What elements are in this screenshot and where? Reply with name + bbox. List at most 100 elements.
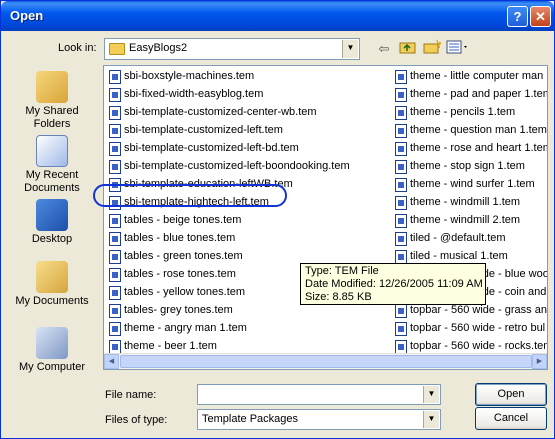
file-name: tables - yellow tones.tem [124, 286, 246, 298]
close-button[interactable]: ✕ [530, 6, 551, 27]
desktop-icon [36, 199, 68, 231]
file-name: sbi-boxstyle-machines.tem [124, 70, 255, 82]
place-my-computer[interactable]: My Computer [7, 327, 97, 374]
dialog-title: Open [10, 8, 44, 23]
template-file-icon [109, 106, 121, 120]
title-bar[interactable]: Open ? ✕ [1, 1, 554, 31]
up-folder-icon[interactable] [397, 39, 419, 59]
file-name: theme - pad and paper 1.tem [410, 88, 548, 100]
template-file-icon [395, 160, 407, 174]
place-recent-documents[interactable]: My Recent Documents [7, 135, 97, 195]
scroll-right-icon[interactable]: ▶ [532, 354, 547, 369]
file-name: tables - green tones.tem [124, 250, 243, 262]
template-file-icon [109, 250, 121, 264]
template-file-icon [395, 214, 407, 228]
file-name: theme - pencils 1.tem [410, 106, 516, 118]
place-label: My Shared Folders [25, 105, 79, 130]
highlight-annotation [93, 184, 287, 207]
chevron-down-icon[interactable]: ▼ [423, 386, 439, 403]
chevron-down-icon[interactable]: ▼ [342, 40, 358, 58]
filetype-value: Template Packages [202, 413, 298, 425]
file-list[interactable]: sbi-boxstyle-machines.tem sbi-fixed-width… [103, 65, 548, 370]
views-menu-icon[interactable] [445, 39, 471, 59]
place-my-documents[interactable]: My Documents [7, 261, 97, 308]
file-name: theme - question man 1.tem [410, 124, 547, 136]
template-file-icon [109, 322, 121, 336]
template-file-icon [395, 340, 407, 354]
template-file-icon [395, 106, 407, 120]
place-label: My Recent Documents [24, 169, 80, 194]
filetype-label: Files of type: [105, 414, 168, 426]
template-file-icon [109, 142, 121, 156]
lookin-combo[interactable]: EasyBlogs2 ▼ [104, 38, 360, 60]
template-file-icon [109, 232, 121, 246]
my-documents-icon [36, 261, 68, 293]
template-file-icon [109, 304, 121, 318]
back-icon[interactable]: ⇦ [373, 39, 395, 59]
file-name: tiled - musical 1.tem [410, 250, 508, 262]
file-name: tiled - @default.tem [410, 232, 506, 244]
shared-folders-icon [36, 71, 68, 103]
file-name: sbi-template-customized-left.tem [124, 124, 283, 136]
my-computer-icon [36, 327, 68, 359]
filetype-select[interactable]: Template Packages ▼ [197, 409, 441, 430]
tooltip-type: Type: TEM File [305, 265, 379, 277]
filename-label: File name: [105, 389, 157, 401]
template-file-icon [395, 304, 407, 318]
place-desktop[interactable]: Desktop [7, 199, 97, 246]
template-file-icon [109, 268, 121, 282]
file-name: tables - blue tones.tem [124, 232, 236, 244]
template-file-icon [109, 124, 121, 138]
template-file-icon [109, 214, 121, 228]
file-name: topbar - 560 wide - retro bul [410, 322, 546, 334]
file-name: theme - angry man 1.tem [124, 322, 247, 334]
file-name: sbi-template-customized-left-boondooking… [124, 160, 350, 172]
file-name: tables - beige tones.tem [124, 214, 242, 226]
file-name: theme - wind surfer 1.tem [410, 178, 535, 190]
places-bar: My Shared Folders My Recent Documents De… [7, 65, 97, 387]
template-file-icon [395, 196, 407, 210]
template-file-icon [109, 340, 121, 354]
new-folder-icon[interactable] [421, 39, 443, 59]
horizontal-scrollbar[interactable]: ◀ ▶ [104, 353, 547, 369]
template-file-icon [395, 232, 407, 246]
place-label: My Documents [15, 295, 89, 307]
file-name: sbi-template-customized-left-bd.tem [124, 142, 299, 154]
template-file-icon [109, 70, 121, 84]
file-name: theme - stop sign 1.tem [410, 160, 525, 172]
scroll-left-icon[interactable]: ◀ [104, 354, 119, 369]
template-file-icon [395, 88, 407, 102]
lookin-label: Look in: [58, 42, 97, 54]
filename-input[interactable]: ▼ [197, 384, 441, 405]
file-name: theme - rose and heart 1.tem [410, 142, 548, 154]
open-button[interactable]: Open [475, 383, 547, 406]
file-name: sbi-template-customized-center-wb.tem [124, 106, 317, 118]
place-label: Desktop [31, 233, 73, 245]
tooltip-size: Size: 8.85 KB [305, 291, 372, 303]
template-file-icon [395, 70, 407, 84]
file-name: sbi-fixed-width-easyblog.tem [124, 88, 264, 100]
cancel-button[interactable]: Cancel [475, 407, 547, 430]
template-file-icon [109, 88, 121, 102]
file-name: theme - little computer man 1 [410, 70, 548, 82]
place-shared-folders[interactable]: My Shared Folders [7, 71, 97, 131]
chevron-down-icon[interactable]: ▼ [423, 411, 439, 428]
lookin-value: EasyBlogs2 [129, 42, 188, 54]
file-tooltip: Type: TEM File Date Modified: 12/26/2005… [300, 263, 486, 305]
open-dialog: Open ? ✕ Look in: EasyBlogs2 ▼ ⇦ My Shar… [0, 0, 555, 439]
file-name: theme - beer 1.tem [124, 340, 217, 352]
file-name: theme - windmill 1.tem [410, 196, 521, 208]
file-name: tables - rose tones.tem [124, 268, 236, 280]
file-name: topbar - 560 wide - grass and [410, 304, 548, 316]
file-name: topbar - 560 wide - rocks.tem [410, 340, 548, 352]
template-file-icon [395, 142, 407, 156]
template-file-icon [395, 322, 407, 336]
template-file-icon [109, 286, 121, 300]
recent-documents-icon [36, 135, 68, 167]
template-file-icon [109, 160, 121, 174]
place-label: My Computer [18, 361, 86, 373]
folder-icon [109, 43, 125, 55]
scroll-thumb[interactable] [120, 355, 532, 368]
template-file-icon [395, 178, 407, 192]
help-button[interactable]: ? [507, 6, 528, 27]
